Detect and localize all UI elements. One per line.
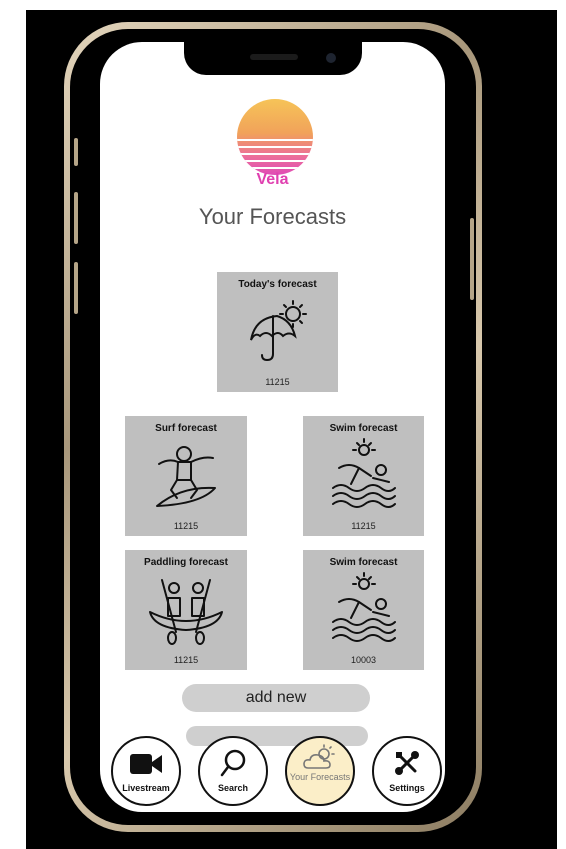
card-code: 11215: [265, 377, 290, 387]
card-title: Surf forecast: [155, 423, 217, 434]
nav-your-forecasts[interactable]: Your Forecasts: [285, 736, 355, 806]
magnifier-icon: [220, 749, 246, 777]
page-title: Your Forecasts: [198, 204, 347, 229]
card-code: 11215: [173, 655, 199, 665]
card-surf-forecast[interactable]: Surf forecast 11215: [125, 416, 247, 536]
brand-name: Vela: [256, 171, 289, 188]
card-title: Today's forecast: [238, 279, 317, 290]
power-button: [470, 218, 474, 300]
nav-search[interactable]: Search: [198, 736, 268, 806]
video-camera-icon: [130, 754, 162, 774]
nav-livestream[interactable]: Livestream: [111, 736, 181, 806]
volume-up-button: [74, 192, 78, 244]
canoe-icon: [149, 579, 223, 645]
swimmer-icon: [331, 572, 396, 642]
volume-down-button: [74, 262, 78, 314]
nav-settings[interactable]: Settings: [372, 736, 442, 806]
nav-label: Search: [217, 783, 249, 793]
card-todays-forecast[interactable]: Today's forecast 11215: [217, 272, 338, 392]
surfer-icon: [156, 446, 216, 507]
speaker: [250, 54, 298, 60]
cloud-sun-icon: [303, 744, 335, 769]
nav-label: Livestream: [122, 783, 170, 793]
card-code: 10003: [350, 655, 377, 665]
phone-screen: Vela Your Forecasts Today's forecast 112…: [100, 42, 445, 812]
add-new-button[interactable]: add new: [182, 684, 370, 712]
front-camera: [326, 53, 336, 63]
mute-switch: [74, 138, 78, 166]
umbrella-sun-icon: [249, 300, 307, 362]
swimmer-icon: [331, 438, 396, 508]
card-swim-forecast-2[interactable]: Swim forecast 10003: [303, 550, 424, 670]
card-code: 11215: [351, 521, 376, 531]
card-code: 11215: [173, 521, 199, 531]
card-title: Paddling forecast: [144, 557, 228, 568]
card-swim-forecast[interactable]: Swim forecast 11215: [303, 416, 424, 536]
tools-icon: [395, 751, 419, 775]
vela-logo: [237, 99, 313, 175]
nav-label: Settings: [389, 783, 425, 793]
card-paddling-forecast[interactable]: Paddling forecast 11215: [125, 550, 247, 670]
card-title: Swim forecast: [329, 423, 398, 434]
card-title: Swim forecast: [329, 557, 398, 568]
nav-label: Your Forecasts: [289, 772, 351, 782]
